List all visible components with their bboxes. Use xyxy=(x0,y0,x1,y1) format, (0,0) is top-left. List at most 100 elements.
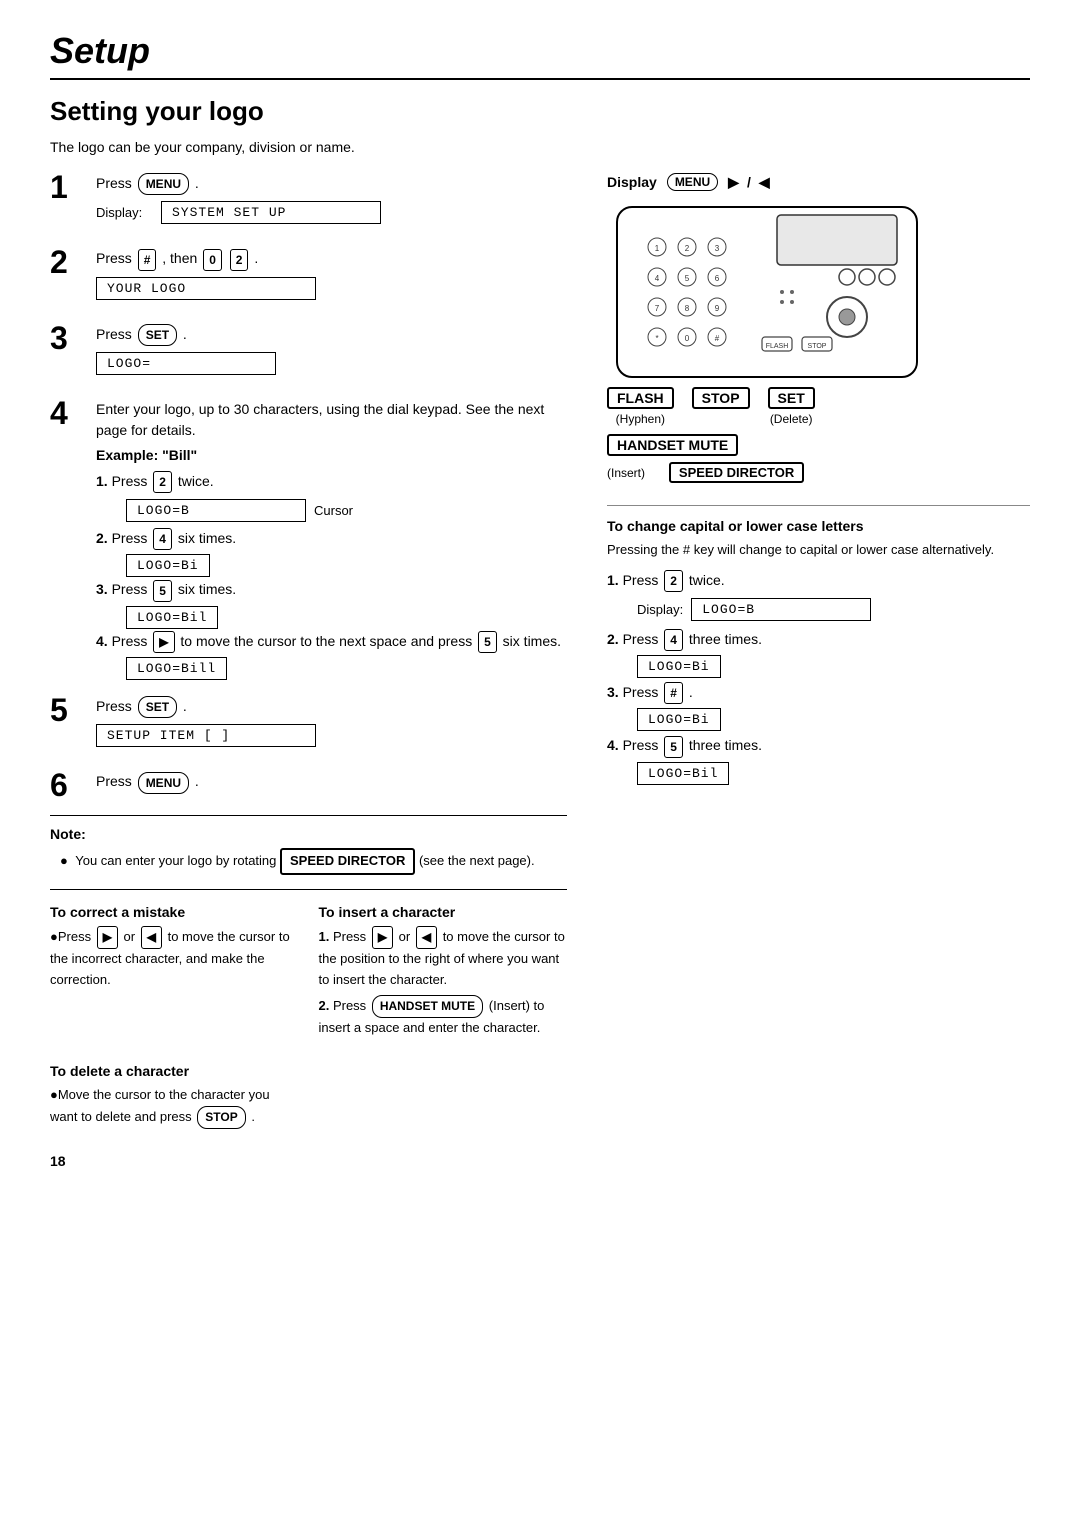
display-box-2: YOUR LOGO xyxy=(96,277,316,300)
intro-text: The logo can be your company, division o… xyxy=(50,139,1030,155)
set-sub: (Delete) xyxy=(770,412,813,426)
insert-row: (Insert) SPEED DIRECTOR xyxy=(607,462,804,483)
set-label-item: SET (Delete) xyxy=(768,387,815,426)
display-box-sub2: LOGO=Bi xyxy=(126,554,210,577)
display-box-1: SYSTEM SET UP xyxy=(161,201,381,224)
note-item: You can enter your logo by rotating SPEE… xyxy=(60,848,567,875)
key-5-sub4: 5 xyxy=(478,631,497,653)
example-section: Example: "Bill" 1. Press 2 twice. LOGO=B… xyxy=(96,447,567,676)
capital-sub1: 1. Press 2 twice. xyxy=(607,570,1030,592)
step-1: 1 Press MENU . Display: SYSTEM SET UP xyxy=(50,173,567,234)
key-5-sub3: 5 xyxy=(153,580,172,602)
key-4-sub2: 4 xyxy=(153,528,172,550)
svg-text:9: 9 xyxy=(715,304,720,313)
capital-sub2: 2. Press 4 three times. xyxy=(607,629,1030,651)
capital-sub3: 3. Press # . xyxy=(607,682,1030,704)
svg-text:1: 1 xyxy=(655,244,660,253)
diagram-area: Display MENU ▶ / ◀ xyxy=(607,173,1030,489)
flash-sub: (Hyphen) xyxy=(616,412,665,426)
step-6-text: Press MENU . xyxy=(96,771,567,793)
key-2-sub1: 2 xyxy=(153,471,172,493)
key-4-cap2: 4 xyxy=(664,629,683,651)
display-box-sub4: LOGO=Bill xyxy=(126,657,227,680)
set-key-5: SET xyxy=(138,696,177,718)
delete-text: ●Move the cursor to the character you wa… xyxy=(50,1085,299,1129)
display-label-right: Display xyxy=(607,174,657,190)
step-1-text: Press MENU . xyxy=(96,173,567,195)
display-box-sub3: LOGO=Bil xyxy=(126,606,218,629)
svg-text:5: 5 xyxy=(685,274,690,283)
svg-text:7: 7 xyxy=(655,304,660,313)
speed-director-note: SPEED DIRECTOR xyxy=(280,848,415,875)
example-title: Example: "Bill" xyxy=(96,447,567,463)
svg-text:*: * xyxy=(655,334,658,343)
step-3: 3 Press SET . LOGO= xyxy=(50,324,567,385)
svg-text:6: 6 xyxy=(715,274,720,283)
insert-step-1: 1. Press ▶ or ◀ to move the cursor to th… xyxy=(319,926,568,991)
step-1-number: 1 xyxy=(50,171,86,203)
cap-display-box-4: LOGO=Bil xyxy=(637,762,729,785)
change-capital-section: To change capital or lower case letters … xyxy=(607,505,1030,781)
display-sub3-row: LOGO=Bil xyxy=(126,608,567,625)
sub-step-4: 4. Press ▶ to move the cursor to the nex… xyxy=(96,631,567,653)
menu-key-right: MENU xyxy=(667,173,718,191)
hash-key-cap3: # xyxy=(664,682,683,704)
display-box-sub1: LOGO=B xyxy=(126,499,306,522)
cursor-display-row: LOGO=B Cursor xyxy=(126,499,567,522)
section-title: Setting your logo xyxy=(50,96,1030,127)
insert-character-section: To insert a character 1. Press ▶ or ◀ to… xyxy=(319,904,568,1043)
cap-display-label-1: Display: xyxy=(637,602,683,617)
delete-title: To delete a character xyxy=(50,1063,299,1079)
correct-text: ●Press ▶ or ◀ to move the cursor to the … xyxy=(50,926,299,991)
stop-key-delete: STOP xyxy=(197,1106,245,1129)
step-6-number: 6 xyxy=(50,769,86,801)
key-5-cap4: 5 xyxy=(664,736,683,758)
change-capital-text: Pressing the # key will change to capita… xyxy=(607,540,1030,560)
handset-row: HANDSET MUTE xyxy=(607,434,738,456)
svg-text:0: 0 xyxy=(685,334,690,343)
svg-text:8: 8 xyxy=(685,304,690,313)
step-2-content: Press # , then 0 2 . YOUR LOGO xyxy=(96,248,567,309)
display-sub2-row: LOGO=Bi xyxy=(126,556,567,573)
sub-step-3-num: 3. xyxy=(96,581,108,597)
insert-step-2: 2. Press HANDSET MUTE (Insert) to insert… xyxy=(319,995,568,1039)
step-2: 2 Press # , then 0 2 . YOUR LOGO xyxy=(50,248,567,309)
step-5: 5 Press SET . SETUP ITEM [ ] xyxy=(50,696,567,757)
step-5-display-row: SETUP ITEM [ ] xyxy=(96,724,567,747)
arrow-right-sub4: ▶ xyxy=(153,631,174,653)
arrow-left-icon: ◀ xyxy=(759,174,770,191)
page-number: 18 xyxy=(50,1153,1030,1169)
handset-mute-label: HANDSET MUTE xyxy=(607,434,738,456)
svg-text:STOP: STOP xyxy=(808,343,827,350)
cursor-label: Cursor xyxy=(314,503,353,518)
svg-text:3: 3 xyxy=(715,244,720,253)
insert-title: To insert a character xyxy=(319,904,568,920)
cap-display-3: LOGO=Bi xyxy=(637,710,1030,727)
cap-display-box-2: LOGO=Bi xyxy=(637,655,721,678)
arrow-right-insert: ▶ xyxy=(372,926,393,949)
step-1-display-row: Display: SYSTEM SET UP xyxy=(96,201,567,224)
capital-sub4: 4. Press 5 three times. xyxy=(607,735,1030,757)
step-3-text: Press SET . xyxy=(96,324,567,346)
display-sub4-row: LOGO=Bill xyxy=(126,659,567,676)
step-4-number: 4 xyxy=(50,397,86,429)
sub-step-4-num: 4. xyxy=(96,633,108,649)
step-3-content: Press SET . LOGO= xyxy=(96,324,567,385)
display-label-1: Display: xyxy=(96,205,151,220)
menu-key-1: MENU xyxy=(138,173,189,195)
note-title: Note: xyxy=(50,826,567,842)
step-4-text: Enter your logo, up to 30 characters, us… xyxy=(96,399,567,441)
svg-text:2: 2 xyxy=(685,244,690,253)
key-0-2: 0 xyxy=(203,249,222,271)
stop-label-item: STOP xyxy=(692,387,750,411)
step-1-content: Press MENU . Display: SYSTEM SET UP xyxy=(96,173,567,234)
svg-text:#: # xyxy=(715,334,720,343)
cap-display-4: LOGO=Bil xyxy=(637,764,1030,781)
step-4-content: Enter your logo, up to 30 characters, us… xyxy=(96,399,567,682)
step-2-text: Press # , then 0 2 . xyxy=(96,248,567,270)
sub-step-1-num: 1. xyxy=(96,473,108,489)
hash-key-2: # xyxy=(138,249,157,271)
arrow-right-icon: ▶ xyxy=(728,174,739,191)
menu-key-6: MENU xyxy=(138,772,189,794)
step-4: 4 Enter your logo, up to 30 characters, … xyxy=(50,399,567,682)
